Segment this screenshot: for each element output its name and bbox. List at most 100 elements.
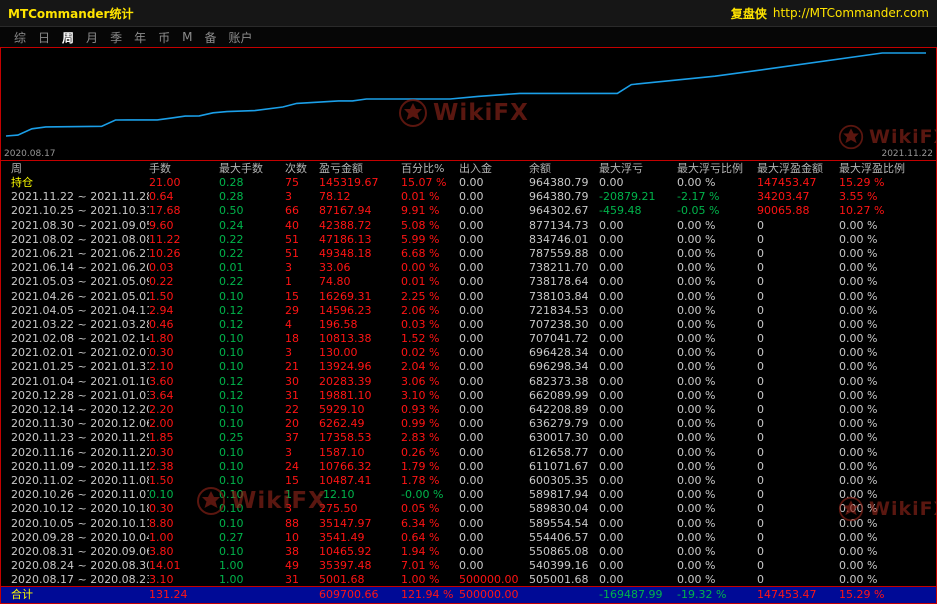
value-cell: 0.00 % xyxy=(839,559,936,573)
table-row[interactable]: 2020.11.30 ~ 2020.12.062.000.10206262.49… xyxy=(1,417,936,431)
value-cell: 5.08 % xyxy=(401,219,459,233)
value-cell: 47186.13 xyxy=(319,233,401,247)
menu-tab-currency[interactable]: 币 xyxy=(152,29,176,46)
website-link[interactable]: http://MTCommander.com xyxy=(773,6,929,20)
table-row[interactable]: 2020.11.09 ~ 2020.11.152.380.102410766.3… xyxy=(1,460,936,474)
value-cell: 0.00 % xyxy=(677,176,757,190)
table-row[interactable]: 2020.11.02 ~ 2020.11.081.500.101510487.4… xyxy=(1,474,936,488)
value-cell: 0.00 xyxy=(599,275,677,289)
table-row[interactable]: 2020.08.17 ~ 2020.08.233.101.00315001.68… xyxy=(1,573,936,586)
table-row[interactable]: 2021.11.22 ~ 2021.11.280.640.28378.120.0… xyxy=(1,190,936,204)
table-row[interactable]: 2020.12.28 ~ 2021.01.033.640.123119881.1… xyxy=(1,389,936,403)
table-row[interactable]: 2021.04.26 ~ 2021.05.021.500.101516269.3… xyxy=(1,290,936,304)
value-cell: 3 xyxy=(285,502,319,516)
menu-tab-week[interactable]: 周 xyxy=(56,29,80,46)
value-cell: 0.22 xyxy=(219,247,285,261)
totals-row[interactable]: 合计131.24609700.66121.94 %500000.00-16948… xyxy=(1,587,936,602)
week-label: 2020.11.23 ~ 2020.11.29 xyxy=(11,431,149,445)
menu-tab-month[interactable]: 月 xyxy=(80,29,104,46)
value-cell: 6262.49 xyxy=(319,417,401,431)
value-cell: 35397.48 xyxy=(319,559,401,573)
value-cell: 0.00 xyxy=(599,346,677,360)
table-header-row: 周手数最大手数次数盈亏金额百分比%出入金余额最大浮亏最大浮亏比例最大浮盈金额最大… xyxy=(1,161,936,176)
value-cell: 0.00 xyxy=(459,389,529,403)
value-cell: -19.32 % xyxy=(677,587,757,602)
menu-tab-account[interactable]: 账户 xyxy=(222,29,258,46)
value-cell: 10813.38 xyxy=(319,332,401,346)
column-header-11: 最大浮盈比例 xyxy=(839,161,936,176)
table-row[interactable]: 2021.01.04 ~ 2021.01.103.600.123020283.3… xyxy=(1,375,936,389)
value-cell: 0.00 xyxy=(459,275,529,289)
value-cell: 7.01 % xyxy=(401,559,459,573)
table-row[interactable]: 持仓21.000.2875145319.6715.07 %0.00964380.… xyxy=(1,176,936,190)
value-cell: 0.00 xyxy=(459,332,529,346)
value-cell: 0.00 % xyxy=(677,403,757,417)
value-cell: 0.10 xyxy=(219,346,285,360)
table-row[interactable]: 2020.10.12 ~ 2020.10.180.300.103275.500.… xyxy=(1,502,936,516)
menu-tab-backup[interactable]: 备 xyxy=(198,29,222,46)
value-cell: 1.80 xyxy=(149,332,219,346)
equity-chart-canvas[interactable] xyxy=(1,48,936,160)
value-cell: 0.28 xyxy=(219,176,285,190)
value-cell: 0.00 xyxy=(599,233,677,247)
table-row[interactable]: 2020.10.26 ~ 2020.11.010.100.101-12.10-0… xyxy=(1,488,936,502)
table-row[interactable]: 2021.08.30 ~ 2021.09.059.600.244042388.7… xyxy=(1,219,936,233)
value-cell: 0.00 xyxy=(459,346,529,360)
value-cell: 0.00 xyxy=(459,204,529,218)
table-row[interactable]: 2020.08.31 ~ 2020.09.063.800.103810465.9… xyxy=(1,545,936,559)
table-row[interactable]: 2021.06.14 ~ 2021.06.200.030.01333.060.0… xyxy=(1,261,936,275)
menu-tab-summary[interactable]: 综 xyxy=(8,29,32,46)
table-row[interactable]: 2020.09.28 ~ 2020.10.041.000.27103541.49… xyxy=(1,531,936,545)
menu-tab-quarter[interactable]: 季 xyxy=(104,29,128,46)
value-cell: 0.00 xyxy=(599,318,677,332)
value-cell: 0.00 xyxy=(599,219,677,233)
main-content: 2020.08.17 2021.11.22 周手数最大手数次数盈亏金额百分比%出… xyxy=(0,47,937,604)
value-cell: 0.00 % xyxy=(839,417,936,431)
table-row[interactable]: 2021.10.25 ~ 2021.10.3117.680.506687167.… xyxy=(1,204,936,218)
week-label: 2021.06.21 ~ 2021.06.27 xyxy=(11,247,149,261)
table-row[interactable]: 2021.08.02 ~ 2021.08.0811.220.225147186.… xyxy=(1,233,936,247)
value-cell: 0 xyxy=(757,517,839,531)
value-cell: 2.38 xyxy=(149,460,219,474)
value-cell: 0.00 % xyxy=(839,275,936,289)
table-row[interactable]: 2020.11.16 ~ 2020.11.220.300.1031587.100… xyxy=(1,446,936,460)
value-cell: 0 xyxy=(757,559,839,573)
value-cell: 130.00 xyxy=(319,346,401,360)
value-cell: 88 xyxy=(285,517,319,531)
value-cell: 0 xyxy=(757,474,839,488)
value-cell: 5001.68 xyxy=(319,573,401,586)
table-row[interactable]: 2020.11.23 ~ 2020.11.291.850.253717358.5… xyxy=(1,431,936,445)
value-cell: 2.06 % xyxy=(401,304,459,318)
table-row[interactable]: 2021.04.05 ~ 2021.04.112.940.122914596.2… xyxy=(1,304,936,318)
value-cell: 4 xyxy=(285,318,319,332)
table-row[interactable]: 2021.05.03 ~ 2021.05.090.220.22174.800.0… xyxy=(1,275,936,289)
value-cell: 49348.18 xyxy=(319,247,401,261)
value-cell: 0 xyxy=(757,573,839,586)
value-cell: 1.00 xyxy=(219,573,285,586)
value-cell: 2.83 % xyxy=(401,431,459,445)
table-row[interactable]: 2021.02.08 ~ 2021.02.141.800.101810813.3… xyxy=(1,332,936,346)
menu-tab-m[interactable]: M xyxy=(176,30,198,44)
value-cell: 0.01 % xyxy=(401,190,459,204)
value-cell: 0.00 xyxy=(459,531,529,545)
value-cell: 78.12 xyxy=(319,190,401,204)
table-row[interactable]: 2020.10.05 ~ 2020.10.118.800.108835147.9… xyxy=(1,517,936,531)
equity-chart[interactable]: 2020.08.17 2021.11.22 xyxy=(1,48,936,161)
value-cell: 35147.97 xyxy=(319,517,401,531)
value-cell: 10.27 % xyxy=(839,204,936,218)
table-row[interactable]: 2021.02.01 ~ 2021.02.070.300.103130.000.… xyxy=(1,346,936,360)
value-cell: 49 xyxy=(285,559,319,573)
value-cell: 21 xyxy=(285,360,319,374)
value-cell: 0.00 xyxy=(459,318,529,332)
table-row[interactable]: 2021.03.22 ~ 2021.03.280.460.124196.580.… xyxy=(1,318,936,332)
value-cell: 30 xyxy=(285,375,319,389)
menu-tab-day[interactable]: 日 xyxy=(32,29,56,46)
table-row[interactable]: 2020.08.24 ~ 2020.08.3014.011.004935397.… xyxy=(1,559,936,573)
table-row[interactable]: 2021.01.25 ~ 2021.01.312.100.102113924.9… xyxy=(1,360,936,374)
table-row[interactable]: 2020.12.14 ~ 2020.12.202.200.10225929.10… xyxy=(1,403,936,417)
menu-tab-year[interactable]: 年 xyxy=(128,29,152,46)
value-cell: 0.00 xyxy=(599,304,677,318)
table-row[interactable]: 2021.06.21 ~ 2021.06.2710.260.225149348.… xyxy=(1,247,936,261)
week-label: 2021.01.04 ~ 2021.01.10 xyxy=(11,375,149,389)
value-cell: 0.00 xyxy=(459,190,529,204)
